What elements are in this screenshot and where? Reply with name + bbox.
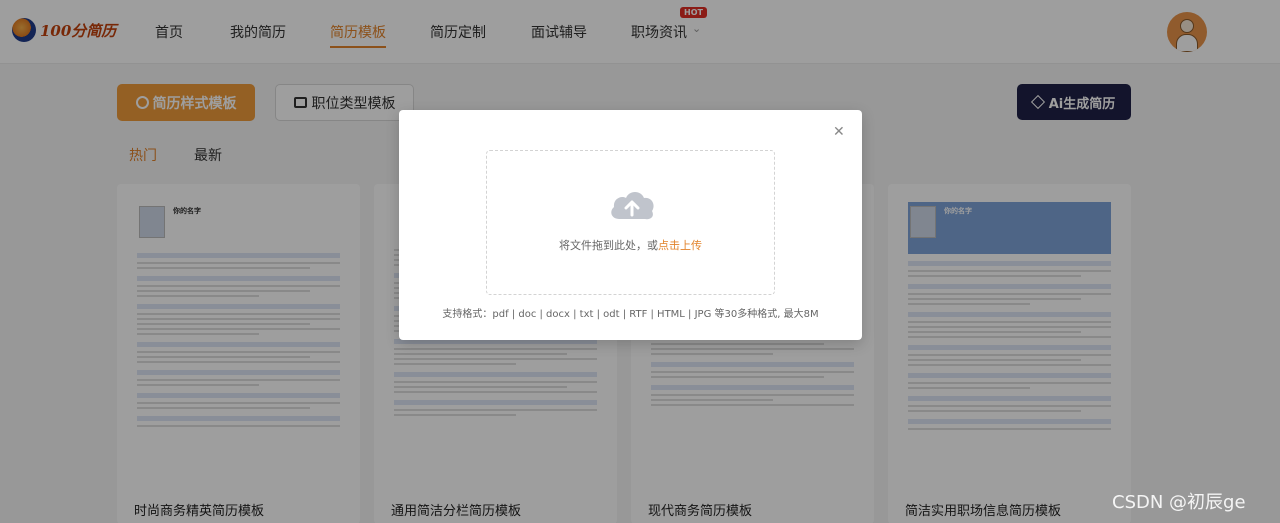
- supported-formats-text: 支持格式：pdf | doc | docx | txt | odt | RTF …: [442, 309, 819, 320]
- watermark-text: CSDN @初辰ge: [1112, 492, 1246, 513]
- dropzone-text: 将文件拖到此处，或点击上传: [487, 237, 774, 253]
- upload-modal: ✕ 将文件拖到此处，或点击上传 支持格式：pdf | doc | docx | …: [399, 110, 862, 340]
- cloud-upload-icon: [611, 192, 654, 220]
- dropzone-hint: 将文件拖到此处，或: [559, 239, 658, 252]
- upload-link[interactable]: 点击上传: [658, 239, 702, 252]
- close-icon[interactable]: ✕: [833, 124, 845, 140]
- upload-dropzone[interactable]: 将文件拖到此处，或点击上传: [486, 150, 775, 295]
